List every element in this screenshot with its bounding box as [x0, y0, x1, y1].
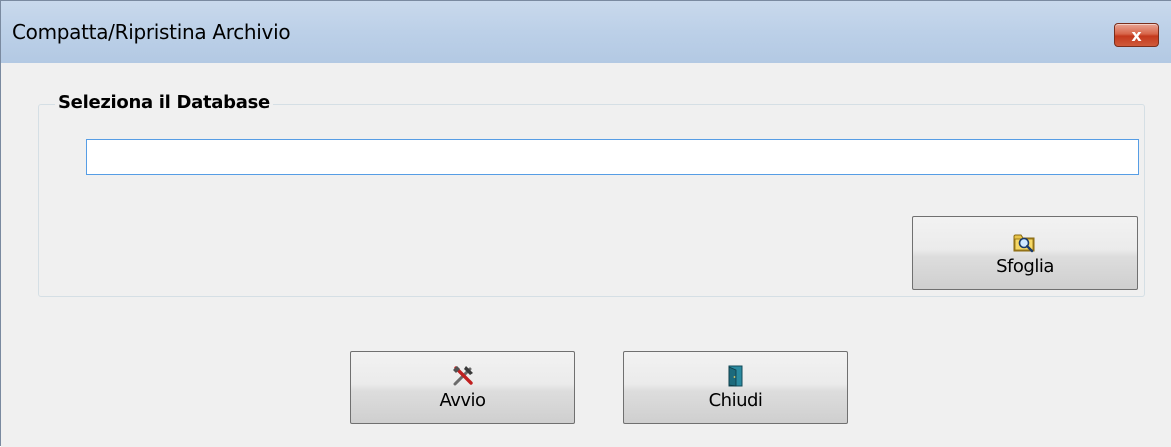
window-close-button[interactable]: x [1114, 23, 1159, 47]
browse-button-label: Sfoglia [996, 255, 1054, 277]
close-icon: x [1131, 25, 1142, 45]
door-icon [728, 365, 742, 387]
close-button[interactable]: Chiudi [623, 351, 848, 424]
dialog-content: Seleziona il Database Sfoglia Avvio Chiu… [1, 63, 1171, 447]
database-path-input[interactable] [86, 139, 1139, 175]
start-button[interactable]: Avvio [350, 351, 575, 424]
title-bar[interactable]: Compatta/Ripristina Archivio x [1, 1, 1171, 63]
folder-search-icon [1013, 234, 1035, 252]
browse-button[interactable]: Sfoglia [912, 216, 1138, 290]
window-title: Compatta/Ripristina Archivio [12, 20, 291, 44]
start-button-label: Avvio [439, 390, 486, 411]
dialog-window: Compatta/Ripristina Archivio x Seleziona… [0, 0, 1171, 447]
close-button-label: Chiudi [708, 390, 763, 411]
tools-icon [452, 366, 473, 386]
groupbox-legend: Seleziona il Database [55, 92, 273, 113]
